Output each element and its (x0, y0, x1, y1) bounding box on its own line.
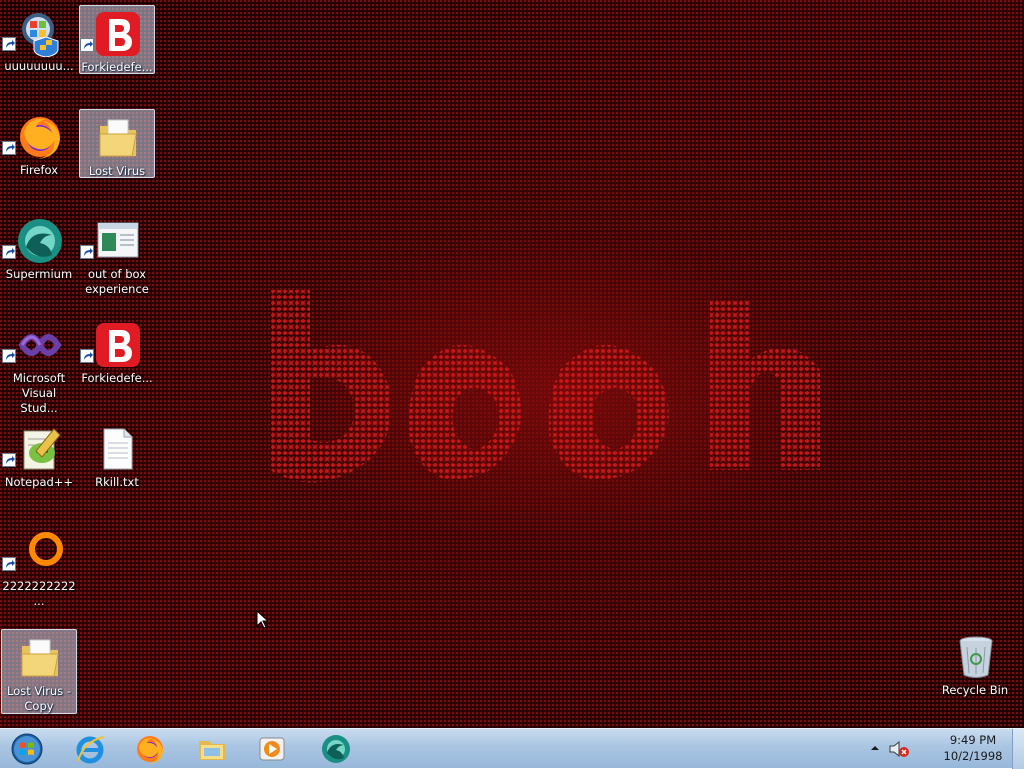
internet-explorer-icon (76, 736, 105, 764)
desktop-icon-label: Lost Virus (88, 164, 146, 178)
windows-update-icon (16, 9, 64, 57)
visual-studio-icon (16, 321, 64, 369)
desktop[interactable]: uuuuuuuu... Firefox Supermium Microsoft … (0, 0, 1024, 728)
desktop-icon-label: Rkill.txt (95, 475, 139, 489)
supermium-icon (322, 735, 350, 763)
taskbar-file-explorer[interactable] (184, 731, 240, 767)
windows-logo-icon (11, 733, 43, 765)
clock-time: 9:49 PM (949, 733, 997, 747)
mouse-cursor-icon (256, 610, 268, 629)
folder-icon (94, 114, 142, 162)
start-button[interactable] (4, 731, 50, 767)
volume-muted-icon[interactable] (888, 739, 910, 759)
desktop-icon-label: Firefox (19, 163, 59, 177)
media-player-icon (259, 737, 285, 761)
file-explorer-icon (199, 741, 225, 760)
desktop-icon-label: uuuuuuuu... (4, 59, 74, 73)
shortcut-arrow-icon (80, 245, 94, 259)
desktop-icon-forkiedefender-2[interactable]: Forkiedefe... (79, 316, 155, 416)
desktop-icon-label: Forkiedefe... (81, 371, 153, 385)
desktop-icon-label: 2222222222... (2, 579, 76, 608)
taskbar-supermium[interactable] (308, 731, 364, 767)
bitdefender-icon (94, 10, 142, 58)
desktop-icon-label: Lost Virus - Copy (6, 684, 72, 713)
desktop-icon-lost-virus-copy[interactable]: Lost Virus - Copy (1, 629, 77, 714)
wallpaper-logo (270, 290, 820, 483)
shortcut-arrow-icon (2, 349, 16, 363)
desktop-icon-label: Microsoft Visual Stud... (12, 371, 66, 415)
taskbar: 9:49 PM 10/2/1998 (0, 728, 1024, 769)
text-file-icon (94, 425, 142, 473)
shortcut-arrow-icon (2, 141, 16, 155)
shortcut-arrow-icon (2, 557, 16, 571)
desktop-icon-lost-virus[interactable]: Lost Virus (79, 109, 155, 178)
notepad-plus-plus-icon (16, 425, 64, 473)
shortcut-arrow-icon (2, 245, 16, 259)
desktop-icon-label: Supermium (5, 267, 73, 281)
desktop-icon-label: Forkiedefe... (81, 60, 153, 74)
firefox-icon (16, 113, 64, 161)
shortcut-arrow-icon (80, 349, 94, 363)
desktop-icon-firefox[interactable]: Firefox (1, 108, 77, 208)
clock-date: 10/2/1998 (943, 749, 1003, 763)
desktop-icon-recycle-bin[interactable]: Recycle Bin (937, 628, 1013, 728)
desktop-icon-visual-studio[interactable]: Microsoft Visual Stud... (1, 316, 77, 416)
desktop-icon-notepad-plus-plus[interactable]: Notepad++ (1, 420, 77, 520)
bitdefender-icon (94, 321, 142, 369)
recycle-bin-icon (952, 633, 1000, 681)
desktop-icon-orange-ring[interactable]: 2222222222... (1, 524, 77, 624)
desktop-icon-rkill-txt[interactable]: Rkill.txt (79, 420, 155, 520)
chevron-up-icon[interactable] (868, 741, 882, 755)
shortcut-arrow-icon (2, 37, 16, 51)
desktop-icon-forkiedefender[interactable]: Forkiedefe... (79, 5, 155, 74)
desktop-icon-out-of-box-experience[interactable]: out of box experience (79, 212, 155, 312)
supermium-icon (16, 217, 64, 265)
desktop-icon-windows-update[interactable]: uuuuuuuu... (1, 4, 77, 104)
desktop-icon-label: out of box experience (85, 267, 149, 296)
shortcut-arrow-icon (80, 38, 94, 52)
orange-ring-icon (16, 529, 64, 577)
taskbar-clock[interactable]: 9:49 PM 10/2/1998 (930, 732, 1016, 764)
taskbar-internet-explorer[interactable] (62, 731, 118, 767)
window-app-icon (94, 217, 142, 265)
taskbar-firefox[interactable] (122, 731, 178, 767)
show-desktop-button[interactable] (1012, 729, 1024, 769)
desktop-icon-label: Notepad++ (4, 475, 74, 489)
firefox-icon (137, 736, 163, 764)
folder-icon (16, 634, 64, 682)
desktop-icon-supermium[interactable]: Supermium (1, 212, 77, 312)
desktop-icon-label: Recycle Bin (941, 683, 1009, 697)
shortcut-arrow-icon (2, 453, 16, 467)
taskbar-media-player[interactable] (244, 731, 300, 767)
